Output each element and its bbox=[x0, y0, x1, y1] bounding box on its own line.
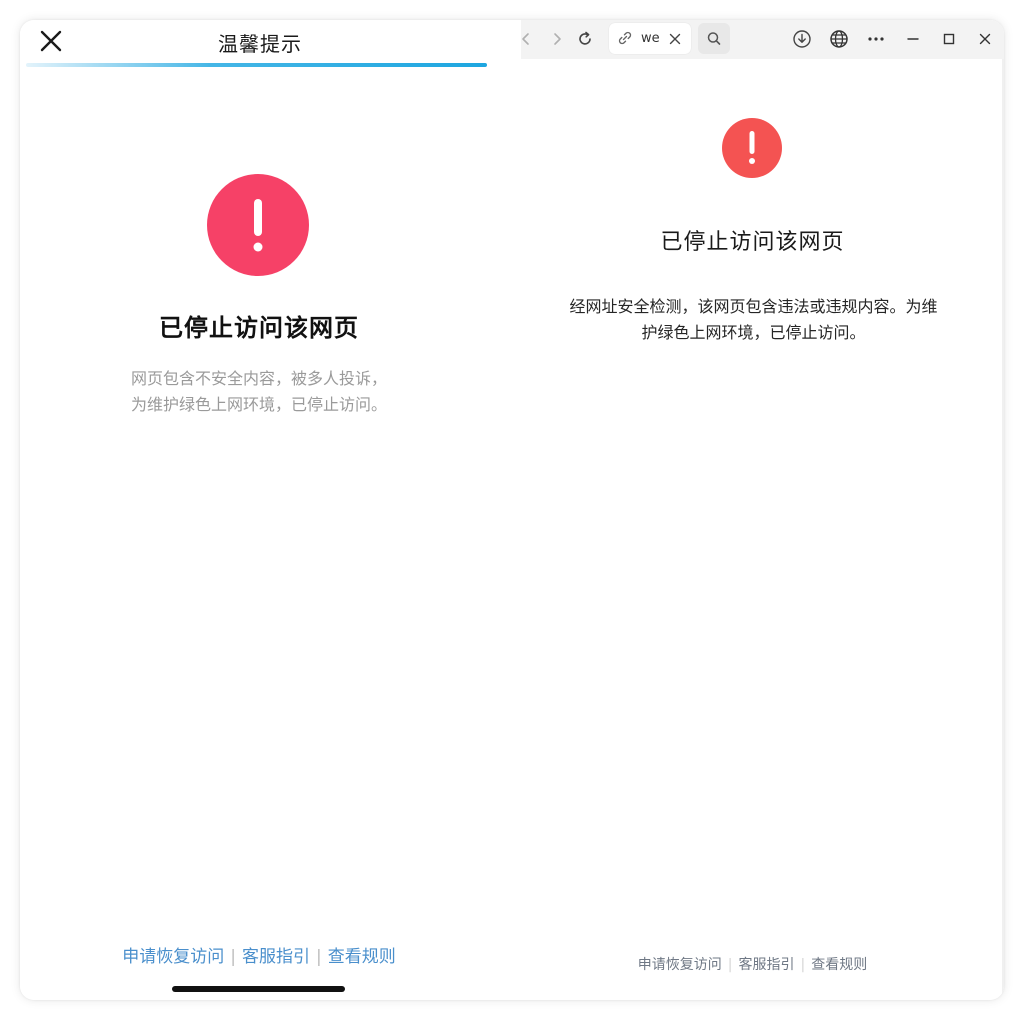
reload-icon bbox=[579, 31, 591, 45]
view-rules-link[interactable]: 查看规则 bbox=[811, 957, 867, 973]
home-indicator[interactable] bbox=[172, 986, 345, 992]
minimize-button[interactable] bbox=[900, 26, 926, 52]
mobile-header: 温馨提示 bbox=[20, 20, 521, 67]
loading-progress-bar bbox=[26, 63, 487, 67]
search-icon bbox=[707, 32, 721, 45]
dialog-title: 温馨提示 bbox=[218, 32, 302, 56]
link-separator: | bbox=[230, 947, 236, 967]
browser-toolbar: we bbox=[521, 20, 1004, 59]
warning-icon bbox=[722, 118, 782, 178]
page-scrollbar-track[interactable] bbox=[1002, 59, 1004, 1000]
blocked-description: 经网址安全检测，该网页包含违法或违规内容。为维 护绿色上网环境，已停止访问。 bbox=[531, 294, 976, 346]
language-button[interactable] bbox=[826, 26, 852, 52]
maximize-button[interactable] bbox=[936, 26, 962, 52]
download-button[interactable] bbox=[789, 26, 815, 52]
warning-icon bbox=[207, 174, 309, 276]
footer-links: 申请恢复访问 | 客服指引 | 查看规则 bbox=[521, 954, 984, 974]
forward-button[interactable] bbox=[544, 26, 570, 52]
reload-button[interactable] bbox=[572, 26, 598, 52]
globe-icon bbox=[830, 30, 848, 48]
footer-links: 申请恢复访问 | 客服指引 | 查看规则 bbox=[20, 942, 498, 967]
mobile-warning-panel: 温馨提示 已停止访问该网页 网页包含不安全内容，被多人投诉， 为维护绿色上网环境… bbox=[20, 20, 521, 1000]
more-button[interactable] bbox=[863, 26, 889, 52]
screenshot-canvas: 温馨提示 已停止访问该网页 网页包含不安全内容，被多人投诉， 为维护绿色上网环境… bbox=[0, 0, 1024, 1020]
description-line: 经网址安全检测，该网页包含违法或违规内容。为维 bbox=[569, 297, 938, 316]
forward-icon bbox=[554, 33, 561, 45]
download-icon bbox=[793, 30, 811, 48]
close-window-icon bbox=[979, 33, 991, 45]
more-icon bbox=[868, 37, 884, 41]
request-restore-link[interactable]: 申请恢复访问 bbox=[638, 957, 722, 973]
maximize-icon bbox=[943, 33, 955, 45]
view-rules-link[interactable]: 查看规则 bbox=[328, 947, 396, 967]
link-separator: | bbox=[727, 957, 733, 973]
description-line: 网页包含不安全内容，被多人投诉， bbox=[130, 369, 387, 388]
link-separator: | bbox=[800, 957, 806, 973]
minimize-icon bbox=[907, 38, 919, 40]
description-line: 为维护绿色上网环境，已停止访问。 bbox=[130, 395, 387, 414]
close-icon[interactable] bbox=[668, 32, 682, 46]
description-line: 护绿色上网环境，已停止访问。 bbox=[641, 323, 866, 342]
close-window-button[interactable] bbox=[972, 26, 998, 52]
comparison-card: 温馨提示 已停止访问该网页 网页包含不安全内容，被多人投诉， 为维护绿色上网环境… bbox=[20, 20, 1004, 1000]
blocked-heading: 已停止访问该网页 bbox=[660, 230, 845, 255]
link-icon bbox=[618, 31, 632, 45]
blocked-heading: 已停止访问该网页 bbox=[159, 314, 359, 342]
back-icon bbox=[522, 33, 529, 45]
customer-service-link[interactable]: 客服指引 bbox=[739, 957, 795, 973]
browser-tab[interactable]: we bbox=[609, 23, 691, 54]
request-restore-link[interactable]: 申请恢复访问 bbox=[122, 947, 224, 967]
link-separator: | bbox=[316, 947, 322, 967]
tab-title: we bbox=[641, 31, 660, 46]
blocked-description: 网页包含不安全内容，被多人投诉， 为维护绿色上网环境，已停止访问。 bbox=[80, 366, 438, 418]
back-button[interactable] bbox=[513, 26, 539, 52]
customer-service-link[interactable]: 客服指引 bbox=[242, 947, 310, 967]
browser-window: we 已停止访问该网页 经网址安全检测，该网页包含违法或违规内容。为维 护绿色上… bbox=[521, 20, 1004, 1000]
search-button[interactable] bbox=[698, 23, 730, 54]
